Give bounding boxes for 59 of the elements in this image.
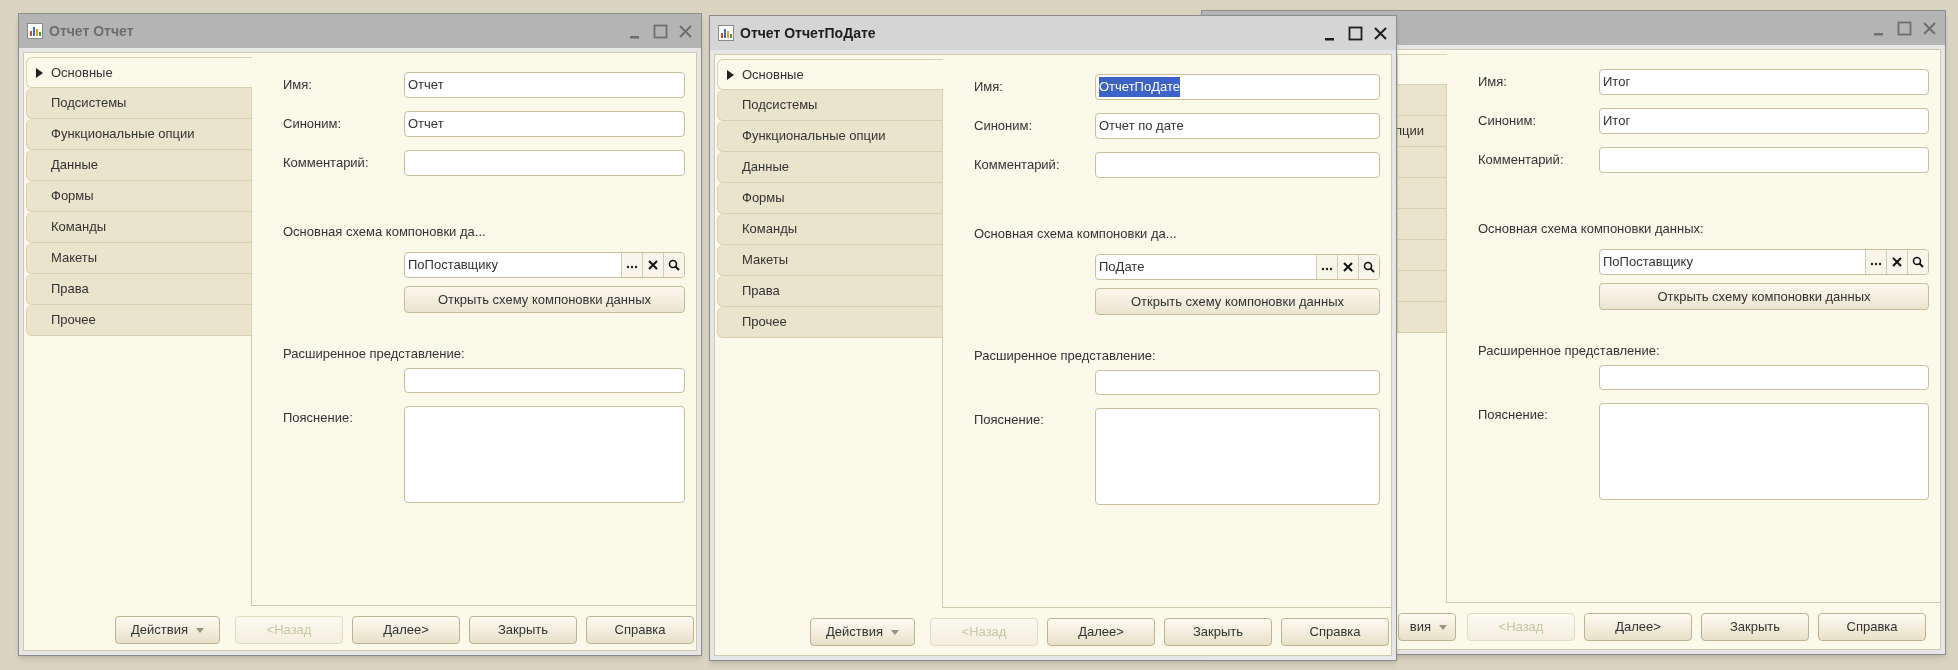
- actions-menu-button[interactable]: вия: [1398, 613, 1456, 641]
- sidebar-tab[interactable]: Формы: [26, 181, 252, 212]
- open-schema-button[interactable]: Открыть схему компоновки данных: [1095, 288, 1380, 315]
- sidebar-tab[interactable]: Подсистемы: [717, 90, 943, 121]
- field-label: Имя:: [1478, 73, 1508, 92]
- sidebar-tab[interactable]: Данные: [26, 150, 252, 181]
- synonym-field[interactable]: Отчет по дате: [1095, 113, 1380, 139]
- dialog-button[interactable]: Закрыть: [1701, 613, 1809, 641]
- sidebar-tab[interactable]: Макеты: [717, 245, 943, 276]
- actions-menu-button[interactable]: Действия: [810, 618, 915, 646]
- dialog-button[interactable]: Закрыть: [1164, 618, 1272, 646]
- field-label: Синоним:: [974, 117, 1034, 136]
- sidebar-tab[interactable]: Основные: [717, 59, 943, 90]
- dialog-button[interactable]: Справка: [1281, 618, 1389, 646]
- name-field[interactable]: Отчет: [404, 72, 685, 98]
- field-label: Расширенное представление:: [974, 348, 1157, 364]
- dialog-button[interactable]: Справка: [1818, 613, 1926, 641]
- field-label: Основная схема компоновки данных:: [1478, 221, 1705, 237]
- name-field[interactable]: ОтчетПоДате: [1095, 74, 1380, 100]
- dialog-button[interactable]: Справка: [586, 616, 694, 644]
- sidebar-tab[interactable]: Макеты: [26, 243, 252, 274]
- open-schema-button[interactable]: Открыть схему компоновки данных: [1599, 283, 1929, 310]
- sidebar-tab[interactable]: Подсистемы: [26, 88, 252, 119]
- sidebar-tab[interactable]: Прочее: [26, 305, 252, 336]
- synonym-field[interactable]: Отчет: [404, 111, 685, 137]
- field-label: Комментарий:: [283, 154, 370, 173]
- sidebar-tab[interactable]: Команды: [26, 212, 252, 243]
- field-label: Имя:: [974, 78, 1004, 97]
- field-label: Основная схема компоновки да...: [283, 224, 487, 240]
- window-title: Отчет Отчет: [49, 21, 134, 41]
- field-label: Имя:: [283, 76, 313, 95]
- sidebar-tab[interactable]: Функциональные опции: [717, 121, 943, 152]
- field-label: Комментарий:: [974, 156, 1061, 175]
- window-title: Отчет ОтчетПоДате: [740, 23, 876, 43]
- field-label: Комментарий:: [1478, 151, 1565, 170]
- dialog-button[interactable]: Далее>: [352, 616, 460, 644]
- field-label: Основная схема компоновки да...: [974, 226, 1178, 242]
- sidebar-tab[interactable]: Права: [717, 276, 943, 307]
- dialog-button[interactable]: Закрыть: [469, 616, 577, 644]
- dialog-button[interactable]: Далее>: [1047, 618, 1155, 646]
- sidebar-tab[interactable]: Формы: [717, 183, 943, 214]
- actions-menu-button[interactable]: Действия: [115, 616, 220, 644]
- name-field[interactable]: Итог: [1599, 69, 1929, 95]
- field-label: Синоним:: [283, 115, 343, 134]
- sidebar-tab[interactable]: Команды: [717, 214, 943, 245]
- field-label: Расширенное представление:: [1478, 343, 1661, 359]
- sidebar-tab[interactable]: Прочее: [717, 307, 943, 338]
- dialog-button[interactable]: Далее>: [1584, 613, 1692, 641]
- field-label: Синоним:: [1478, 112, 1538, 131]
- field-label: Пояснение:: [1478, 406, 1549, 424]
- sidebar-tab[interactable]: Права: [26, 274, 252, 305]
- synonym-field[interactable]: Итог: [1599, 108, 1929, 134]
- field-label: Расширенное представление:: [283, 346, 466, 362]
- open-schema-button[interactable]: Открыть схему компоновки данных: [404, 286, 685, 313]
- field-label: Пояснение:: [974, 411, 1045, 429]
- sidebar-tab[interactable]: Основные: [26, 57, 252, 88]
- sidebar-tab[interactable]: Данные: [717, 152, 943, 183]
- sidebar-tab[interactable]: Функциональные опции: [26, 119, 252, 150]
- field-label: Пояснение:: [283, 409, 354, 427]
